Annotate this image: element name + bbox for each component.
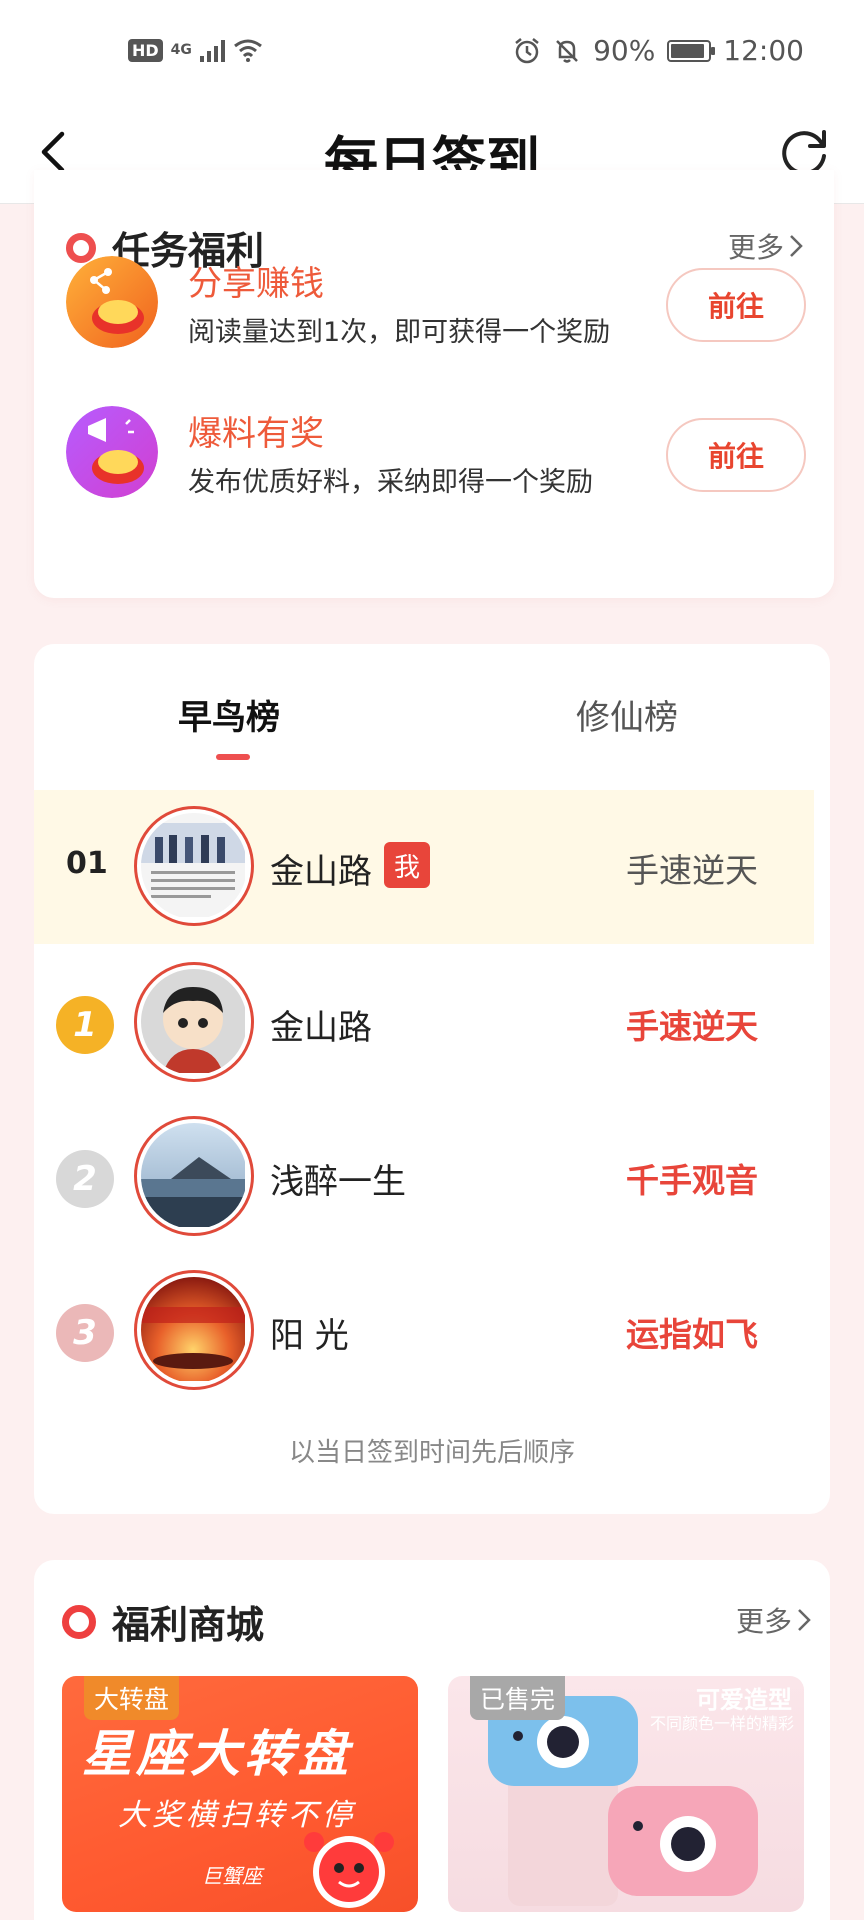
ring-icon xyxy=(62,1604,96,1639)
my-rank-row[interactable]: 01 金山路 我 手速逆天 xyxy=(34,790,814,944)
user-name: 金山路 xyxy=(270,1008,372,1048)
me-badge: 我 xyxy=(384,842,430,888)
status-bar: HD 4G 90% 12:00 xyxy=(0,0,864,100)
task-desc: 阅读量达到1次，即可获得一个奖励 xyxy=(188,317,611,348)
battery-percent: 90% xyxy=(593,34,656,67)
rank-number: 01 xyxy=(66,846,108,881)
mall-item-wheel[interactable]: 大转盘 星座大转盘 大奖横扫转不停 巨蟹座 xyxy=(62,1676,418,1912)
mall-section-header: 福利商城 xyxy=(62,1594,264,1649)
user-name: 阳 光 xyxy=(270,1316,349,1356)
item-brand: 巨蟹座 xyxy=(202,1864,262,1888)
gold-medal-icon: 1 xyxy=(56,996,114,1054)
tab-immortal[interactable]: 修仙榜 xyxy=(576,690,678,739)
task-benefits-card: 任务福利 更多 分享赚钱 阅读量达到1次，即可获得一个奖励 前往 爆料有奖 发布… xyxy=(34,170,834,598)
avatar xyxy=(134,1116,254,1236)
battery-icon xyxy=(667,39,716,62)
alarm-icon xyxy=(515,37,539,63)
crab-mascot-icon xyxy=(304,1832,394,1908)
section-title: 福利商城 xyxy=(112,1603,265,1647)
task-title: 爆料有奖 xyxy=(188,414,324,454)
signal-icon xyxy=(199,38,225,62)
share-money-icon xyxy=(66,256,158,348)
avatar xyxy=(134,806,254,926)
ranking-card: 早鸟榜 修仙榜 01 金山路 我 手速逆天 1 金山路 手速逆天 2 浅醉一生 … xyxy=(34,644,830,1514)
speed-tag: 千手观音 xyxy=(626,1161,758,1200)
welfare-mall-card: 福利商城 更多 大转盘 星座大转盘 大奖横扫转不停 巨蟹座 已售完 可爱造型 不… xyxy=(34,1560,830,1920)
bronze-medal-icon: 3 xyxy=(56,1304,114,1362)
rank-row-1[interactable]: 1 金山路 手速逆天 xyxy=(34,946,814,1098)
mall-more-link[interactable]: 更多 xyxy=(736,1600,812,1640)
more-label: 更多 xyxy=(735,1605,792,1638)
task-item-tipoff: 爆料有奖 发布优质好料，采纳即得一个奖励 前往 xyxy=(66,406,806,506)
silver-medal-icon: 2 xyxy=(56,1150,114,1208)
active-tab-indicator xyxy=(216,754,250,760)
megaphone-reward-icon xyxy=(66,406,158,498)
wifi-icon xyxy=(233,39,262,62)
go-button[interactable]: 前往 xyxy=(666,418,806,492)
tab-early-bird[interactable]: 早鸟榜 xyxy=(178,690,280,739)
speed-tag: 运指如飞 xyxy=(626,1315,758,1354)
speed-tag: 手速逆天 xyxy=(626,851,758,890)
task-item-share: 分享赚钱 阅读量达到1次，即可获得一个奖励 前往 xyxy=(66,256,806,356)
clock: 12:00 xyxy=(723,34,804,67)
avatar xyxy=(134,962,254,1082)
rank-row-3[interactable]: 3 阳 光 运指如飞 xyxy=(34,1254,814,1406)
task-title: 分享赚钱 xyxy=(188,264,324,304)
ranking-note: 以当日签到时间先后顺序 xyxy=(288,1438,575,1468)
user-name: 金山路 xyxy=(270,852,372,892)
item-subline: 不同颜色一样的精彩 xyxy=(649,1714,794,1733)
task-desc: 发布优质好料，采纳即得一个奖励 xyxy=(188,467,593,498)
avatar xyxy=(134,1270,254,1390)
mute-bell-icon xyxy=(556,39,578,63)
mall-item-camera[interactable]: 已售完 可爱造型 不同颜色一样的精彩 xyxy=(448,1676,804,1912)
go-button[interactable]: 前往 xyxy=(666,268,806,342)
user-name: 浅醉一生 xyxy=(270,1162,406,1202)
status-right: 90% 12:00 xyxy=(513,34,804,67)
chevron-right-icon xyxy=(798,1609,811,1631)
item-headline: 星座大转盘 xyxy=(82,1725,352,1783)
network-type: 4G xyxy=(170,42,192,58)
hd-icon: HD xyxy=(128,38,163,62)
sold-out-badge: 已售完 xyxy=(470,1676,566,1720)
status-left: HD 4G xyxy=(128,38,263,62)
rank-row-2[interactable]: 2 浅醉一生 千手观音 xyxy=(34,1100,814,1252)
speed-tag: 手速逆天 xyxy=(626,1007,758,1046)
